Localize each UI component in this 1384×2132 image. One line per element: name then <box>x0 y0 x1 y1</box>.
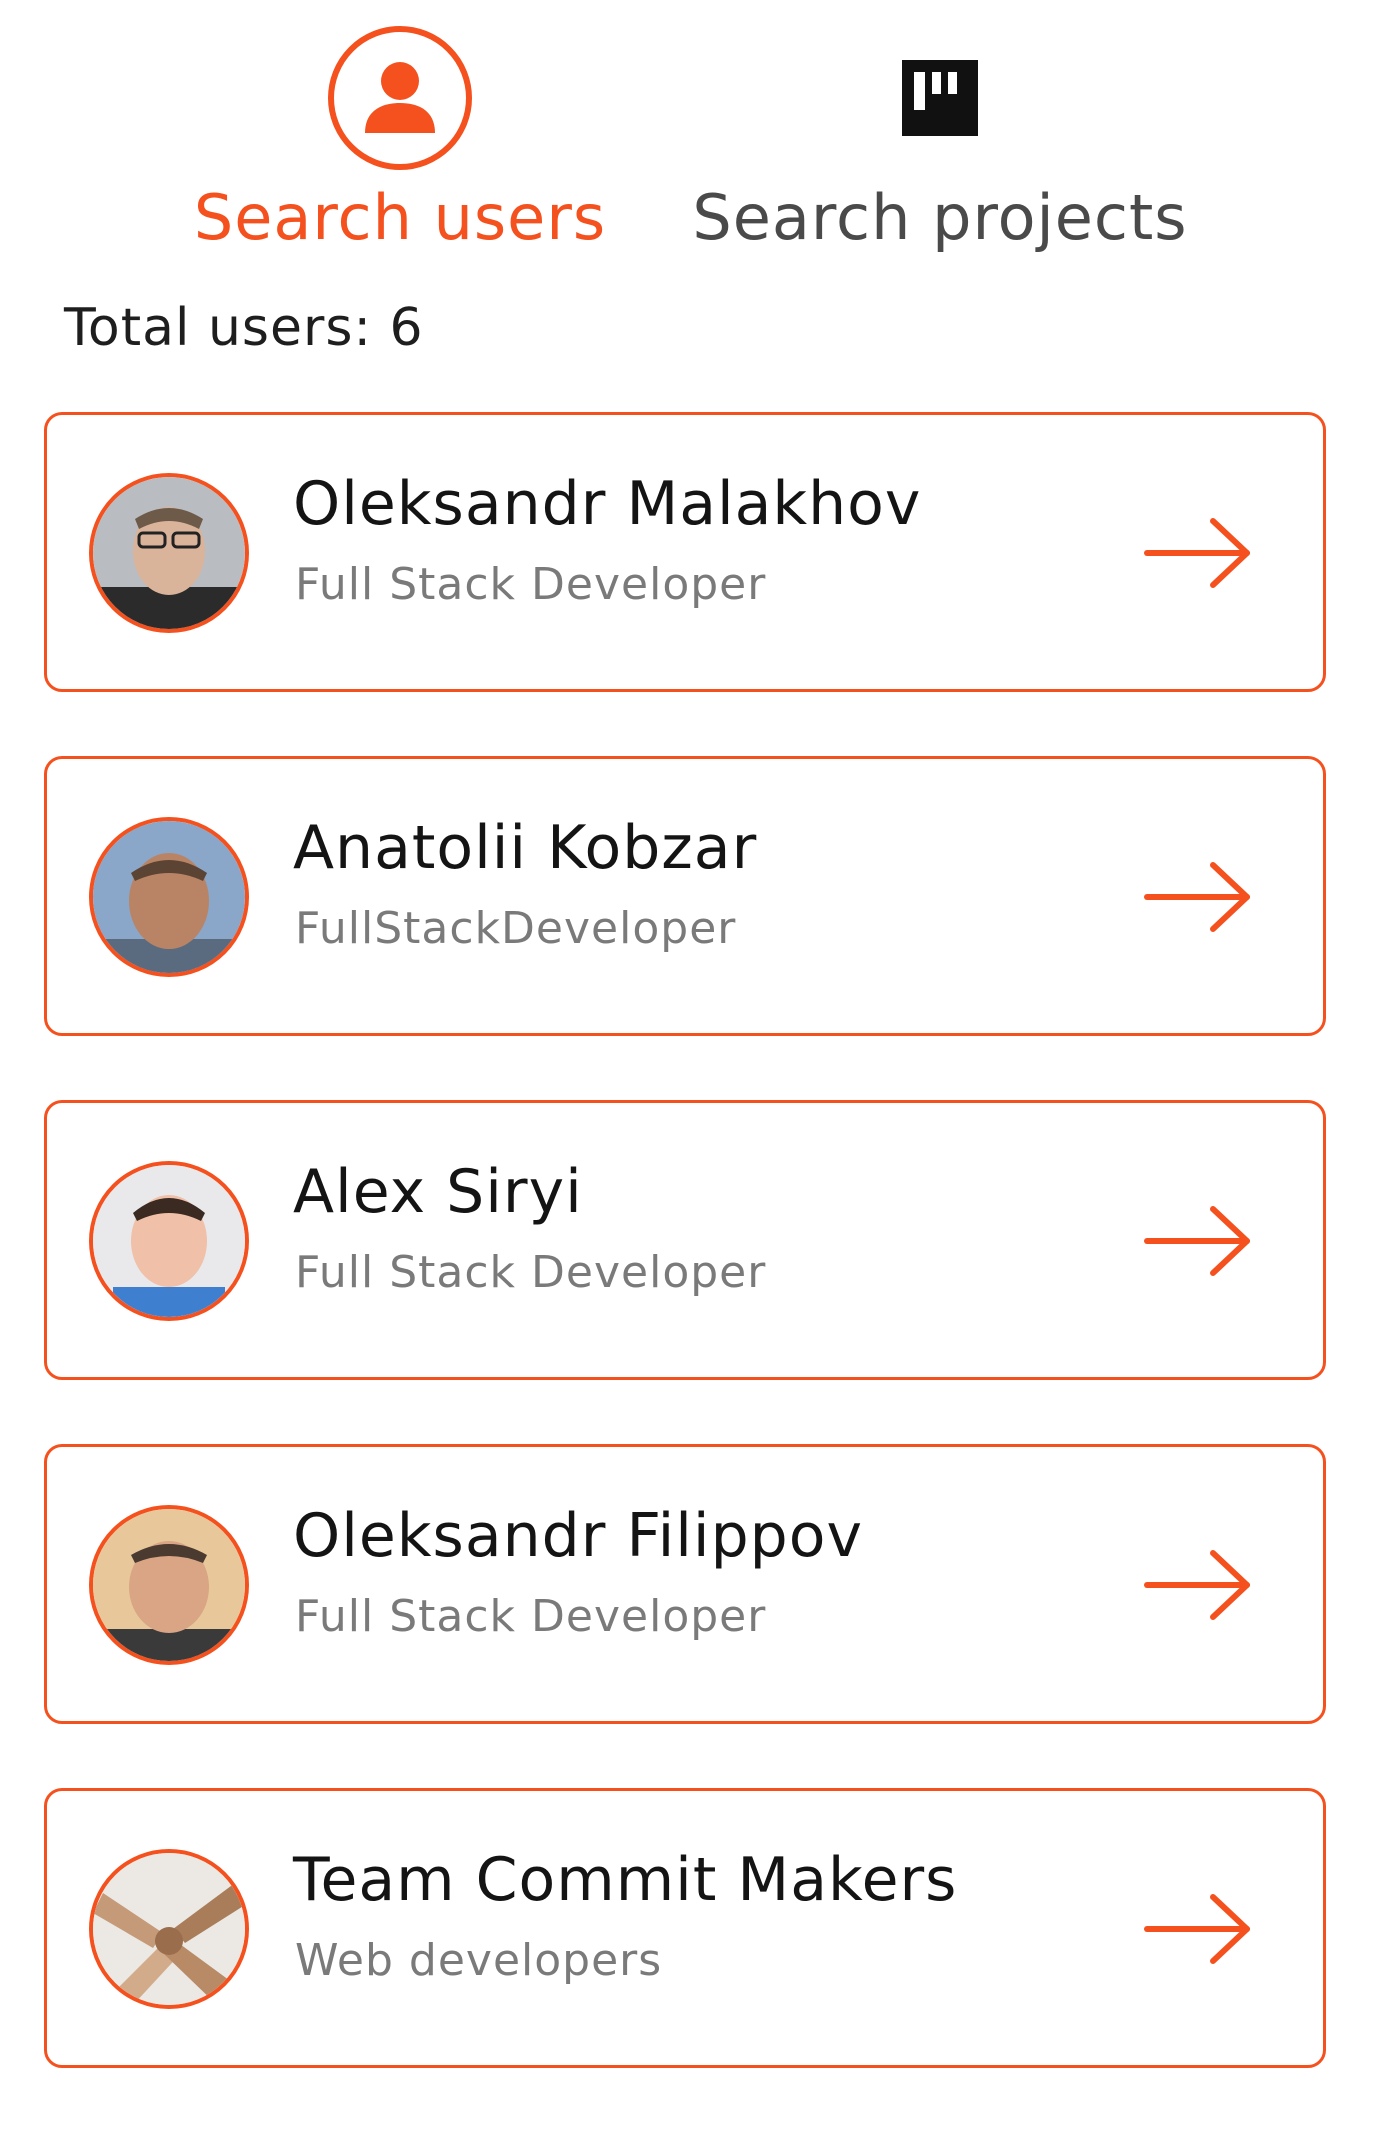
arrow-right-icon[interactable] <box>1143 859 1253 935</box>
user-name: Alex Siryi <box>293 1157 583 1227</box>
arrow-right-icon[interactable] <box>1143 515 1253 591</box>
total-users-count: Total users: 6 <box>64 298 424 358</box>
user-role: FullStackDeveloper <box>295 903 737 954</box>
user-card[interactable]: Anatolii Kobzar FullStackDeveloper <box>44 756 1326 1036</box>
user-name: Oleksandr Filippov <box>293 1501 863 1571</box>
search-tabs: Search users Search projects <box>0 0 1384 270</box>
avatar <box>89 1849 249 2009</box>
user-name: Team Commit Makers <box>293 1845 958 1915</box>
user-icon <box>320 18 480 178</box>
board-icon <box>860 18 1020 178</box>
user-role: Full Stack Developer <box>295 1591 767 1642</box>
arrow-right-icon[interactable] <box>1143 1547 1253 1623</box>
user-card[interactable]: Alex Siryi Full Stack Developer <box>44 1100 1326 1380</box>
user-card[interactable]: Team Commit Makers Web developers <box>44 1788 1326 2068</box>
user-card[interactable]: Oleksandr Filippov Full Stack Developer <box>44 1444 1326 1724</box>
arrow-right-icon[interactable] <box>1143 1891 1253 1967</box>
user-role: Web developers <box>295 1935 663 1986</box>
user-name: Oleksandr Malakhov <box>293 469 922 539</box>
avatar <box>89 473 249 633</box>
avatar <box>89 817 249 977</box>
tab-search-users[interactable]: Search users <box>170 18 630 252</box>
tab-search-projects[interactable]: Search projects <box>680 18 1200 252</box>
tab-search-projects-label: Search projects <box>692 181 1188 254</box>
user-name: Anatolii Kobzar <box>293 813 758 883</box>
user-list: Oleksandr Malakhov Full Stack Developer … <box>44 412 1326 2132</box>
user-role: Full Stack Developer <box>295 559 767 610</box>
avatar <box>89 1505 249 1665</box>
user-role: Full Stack Developer <box>295 1247 767 1298</box>
avatar <box>89 1161 249 1321</box>
tab-search-users-label: Search users <box>193 181 607 254</box>
arrow-right-icon[interactable] <box>1143 1203 1253 1279</box>
user-card[interactable]: Oleksandr Malakhov Full Stack Developer <box>44 412 1326 692</box>
